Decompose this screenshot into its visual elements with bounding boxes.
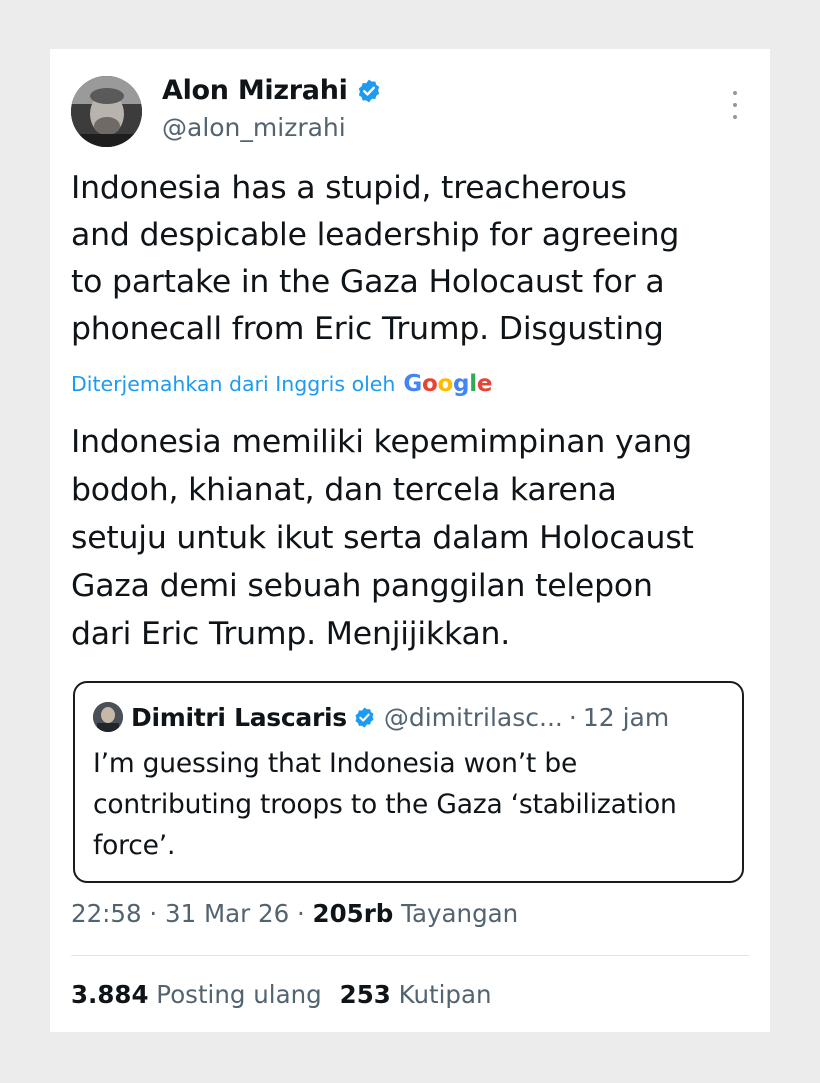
quotes-stat[interactable]: 253 Kutipan — [340, 980, 492, 1009]
quote-author-name: Dimitri Lascaris — [131, 702, 347, 732]
quote-author-photo — [93, 702, 123, 732]
translated-label[interactable]: Diterjemahkan dari Inggris oleh — [71, 372, 395, 396]
tweet-meta: 22:58 · 31 Mar 26 · 205rb Tayangan — [71, 899, 518, 928]
author-name[interactable]: Alon Mizrahi — [162, 75, 348, 106]
quote-author-handle: @dimitrilasc... — [383, 702, 563, 732]
quote-author-avatar — [93, 702, 123, 732]
author-avatar[interactable] — [71, 76, 142, 147]
meta-separator: · — [149, 899, 158, 928]
quoted-tweet[interactable]: Dimitri Lascaris @dimitrilasc... · 12 ja… — [73, 681, 744, 883]
views-label: Tayangan — [401, 899, 519, 928]
translated-text: Indonesia memiliki kepemimpinan yang bod… — [71, 424, 694, 652]
quote-timestamp: 12 jam — [582, 702, 670, 732]
tweet-time[interactable]: 22:58 — [71, 899, 142, 928]
reposts-count: 3.884 — [71, 980, 149, 1009]
google-logo: Google — [403, 371, 493, 397]
tweet-text: Indonesia has a stupid, treacherous and … — [71, 170, 680, 347]
divider — [71, 955, 749, 956]
quotes-count: 253 — [339, 980, 391, 1009]
tweet-card: Alon Mizrahi @alon_mizrahi Indonesia has… — [50, 49, 770, 1032]
reposts-label: Posting ulang — [156, 980, 322, 1009]
quote-text: I’m guessing that Indonesia won’t be con… — [93, 748, 677, 861]
views-count: 205rb — [312, 899, 394, 928]
tweet-date[interactable]: 31 Mar 26 — [165, 899, 289, 928]
more-options-icon[interactable] — [730, 91, 740, 119]
verified-badge-icon — [358, 79, 379, 102]
quotes-label: Kutipan — [398, 980, 492, 1009]
engagement-stats: 3.884 Posting ulang 253 Kutipan — [71, 980, 492, 1009]
quote-separator: · — [568, 702, 577, 732]
reposts-stat[interactable]: 3.884 Posting ulang — [71, 980, 322, 1009]
translation-attribution: Diterjemahkan dari Inggris oleh Google — [71, 371, 492, 397]
quote-verified-badge-icon — [355, 706, 374, 728]
author-photo — [71, 76, 142, 147]
meta-separator: · — [296, 899, 305, 928]
author-handle[interactable]: @alon_mizrahi — [162, 113, 346, 142]
